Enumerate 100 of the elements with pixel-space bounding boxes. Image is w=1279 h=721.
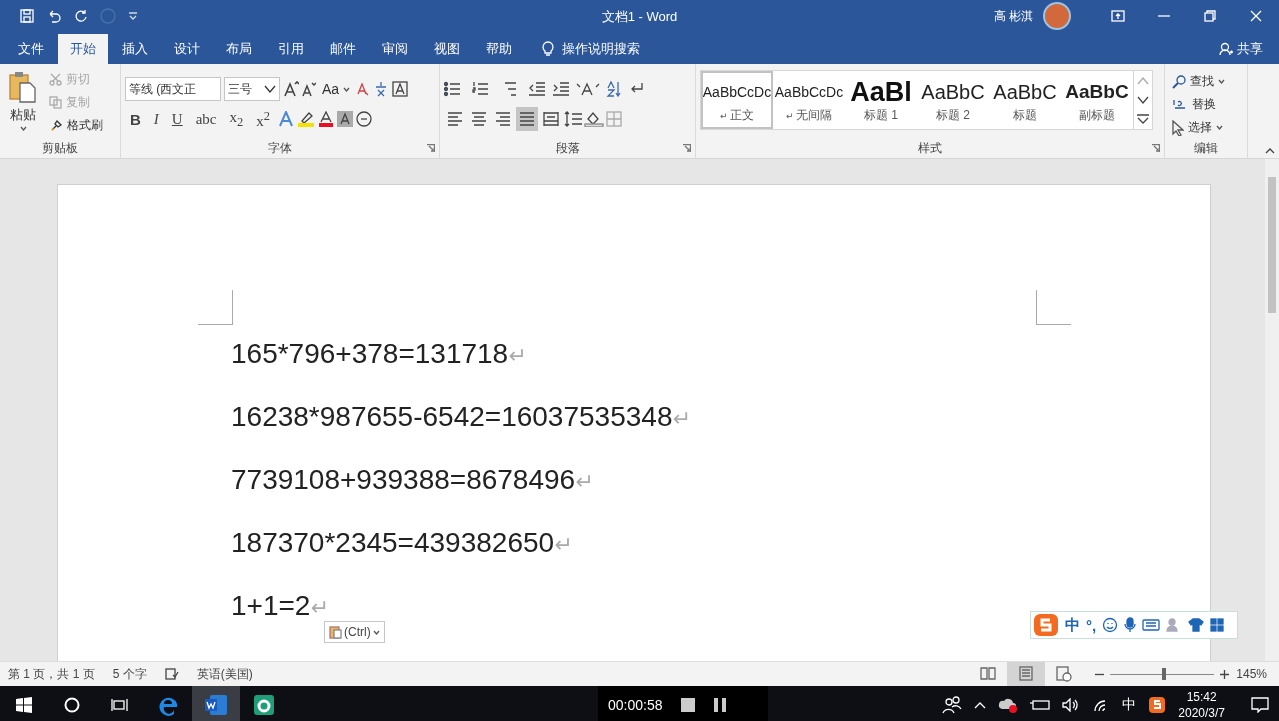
style-item[interactable]: AaBbCcDc ↵ 正文 [701,71,773,129]
zoom-slider-thumb[interactable] [1162,668,1167,680]
ribbon-tab[interactable]: 视图 [422,34,472,64]
align-center-icon [471,111,487,127]
word-count[interactable]: 5 个字 [112,665,147,683]
style-item[interactable]: AaBbC 标题 2 [917,71,989,129]
shrink-font-icon[interactable] [302,81,316,97]
format-button[interactable]: abc [190,107,222,131]
zoom-level[interactable]: 145% [1229,666,1273,682]
caret-icon[interactable] [1218,79,1225,84]
font-size-field[interactable]: 三号 [224,77,280,101]
caret-icon[interactable] [1216,125,1223,130]
ribbon-tab[interactable]: 审阅 [370,34,420,64]
sort-icon[interactable] [606,81,622,97]
document-line: 7739108+939388=8678496↵ [231,463,595,497]
save-icon[interactable] [20,9,34,23]
vertical-scrollbar[interactable] [1265,159,1279,661]
style-item[interactable]: AaBl 标题 1 [845,71,917,129]
customize-icon[interactable] [128,12,138,20]
language-status[interactable]: 英语(美国) [196,665,253,683]
ribbon-tab[interactable]: 插入 [110,34,160,64]
lightbulb-icon[interactable] [542,41,554,57]
chevron-down-icon[interactable] [264,85,276,93]
paste-button[interactable]: 粘贴 [4,68,42,138]
group-label: 样式 [918,139,942,157]
zoom-in-icon[interactable] [1220,669,1229,679]
microphone-icon[interactable] [1124,617,1137,633]
emoji-icon[interactable] [1102,617,1119,633]
clock-time: 15:42 [1186,688,1217,705]
shading-icon[interactable] [584,111,604,127]
style-item[interactable]: AaBbC 副标题 [1061,71,1133,129]
format-button[interactable]: B [125,107,146,131]
page-count[interactable]: 第 1 页，共 1 页 [8,665,95,683]
ribbon-tab[interactable]: 邮件 [318,34,368,64]
align-button[interactable] [516,107,538,131]
format-button[interactable]: x$^{2}$ [251,107,275,131]
document-line: 1+1=2↵ [231,589,330,623]
caret-icon[interactable] [343,86,351,92]
character-border-icon[interactable] [392,81,409,97]
proofing-icon[interactable] [164,668,179,680]
dialog-launcher-icon[interactable] [1152,144,1160,152]
character-spacing-icon[interactable] [576,81,600,97]
dialog-launcher-icon[interactable] [427,144,435,152]
caret-icon[interactable] [372,629,380,635]
change-case-button[interactable]: Aa [319,77,354,101]
paste-options-button[interactable]: (Ctrl) [324,621,385,643]
dialog-launcher-icon[interactable] [683,144,691,152]
shirt-icon[interactable] [1188,618,1205,632]
replace-button[interactable]: 替换 [1169,93,1243,116]
notifications-icon[interactable] [1251,696,1269,713]
sogou-logo-icon[interactable] [1033,613,1059,637]
group-label: 剪贴板 [42,139,78,157]
font-name-field[interactable]: 等线 (西文正 [125,77,221,101]
highlight-icon[interactable] [297,111,315,127]
grid-icon[interactable] [1210,618,1225,632]
decrease-indent-icon[interactable] [528,81,546,97]
volume-icon[interactable] [1062,697,1081,712]
stop-icon[interactable] [680,697,695,712]
share-button[interactable]: 共享 [1213,34,1269,64]
font-color-icon[interactable] [318,111,334,127]
increase-indent-icon[interactable] [552,81,570,97]
text-effects-icon[interactable] [278,111,294,127]
view-button[interactable] [1007,662,1045,686]
ribbon-tab[interactable]: 引用 [266,34,316,64]
format-button[interactable]: U [166,107,188,131]
ribbon-tab[interactable]: 设计 [162,34,212,64]
battery-icon[interactable] [1030,698,1051,711]
caret-icon[interactable] [19,126,27,131]
style-item[interactable]: AaBbCcDc ↵ 无间隔 [773,71,845,129]
redo-icon[interactable] [74,9,88,23]
pause-icon[interactable] [712,697,727,712]
format-button[interactable]: I [148,107,164,131]
taskbar-clock[interactable]: 15:42 2020/3/7 [1178,688,1225,721]
character-shading-icon[interactable] [337,111,353,127]
ribbon-tab[interactable]: 文件 [6,34,56,64]
ime-mode[interactable]: 中 [1065,615,1080,635]
painter-button[interactable]: 格式刷 [46,114,106,137]
select-button[interactable]: 选择 [1169,116,1243,139]
style-item[interactable]: AaBbC 标题 [989,71,1061,129]
search-icon [1172,74,1186,89]
chevron-up-icon[interactable] [974,700,987,709]
collapse-ribbon-icon[interactable] [1265,148,1275,154]
ribbon-tab[interactable]: 帮助 [474,34,524,64]
tell-me-search[interactable]: 操作说明搜索 [562,40,640,58]
punctuation-toggle[interactable]: °, [1086,616,1097,634]
ribbon-tab[interactable]: 布局 [214,34,264,64]
find-button[interactable]: 查找 [1169,70,1243,93]
ribbon-tab[interactable]: 开始 [58,34,108,64]
people-icon[interactable] [942,695,963,714]
grow-font-icon[interactable] [283,81,299,97]
clipboard-icon [8,70,38,104]
sogou-tray-icon[interactable] [1148,695,1167,714]
clear-formatting-icon[interactable] [356,82,371,96]
avatar[interactable] [1043,2,1071,30]
line-spacing-icon[interactable] [564,111,582,127]
enclose-characters-icon[interactable] [356,111,372,127]
cloud-error-icon[interactable] [998,696,1019,713]
keyboard-icon[interactable] [1142,619,1161,631]
input-method-indicator[interactable]: 中 [1122,695,1137,714]
format-button[interactable]: x$_{2}$ [224,107,249,131]
